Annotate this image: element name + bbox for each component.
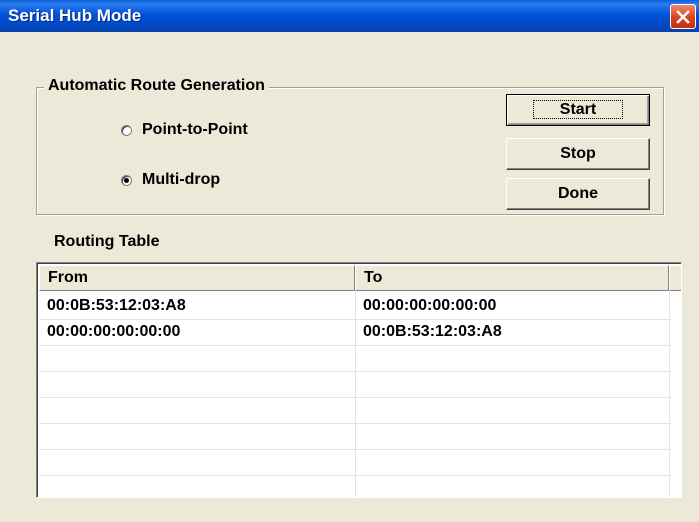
route-generation-title: Automatic Route Generation bbox=[44, 77, 269, 95]
routing-table[interactable]: From To 00:0B:53:12:03:A8 00:00:00:00:00… bbox=[36, 262, 682, 498]
done-button-label: Done bbox=[558, 185, 598, 202]
radio-multi-drop-circle[interactable] bbox=[121, 174, 132, 186]
start-button[interactable]: Start bbox=[506, 94, 650, 126]
radio-multi-drop-label: Multi-drop bbox=[142, 171, 221, 188]
start-button-label: Start bbox=[532, 100, 624, 119]
radio-point-to-point[interactable]: Point-to-Point bbox=[121, 121, 248, 139]
radio-point-to-point-circle[interactable] bbox=[121, 124, 132, 136]
routing-table-label: Routing Table bbox=[54, 233, 160, 250]
title-bar: Serial Hub Mode bbox=[0, 0, 699, 32]
column-header-from-label: From bbox=[48, 269, 88, 286]
table-cell-to: 00:0B:53:12:03:A8 bbox=[363, 323, 502, 340]
table-cell-to: 00:00:00:00:00:00 bbox=[363, 297, 497, 314]
column-divider bbox=[355, 291, 356, 497]
table-cell-from: 00:00:00:00:00:00 bbox=[47, 323, 181, 340]
stop-button[interactable]: Stop bbox=[506, 138, 650, 170]
radio-multi-drop[interactable]: Multi-drop bbox=[121, 171, 220, 189]
stop-button-label: Stop bbox=[560, 145, 596, 162]
column-header-from[interactable]: From bbox=[39, 265, 355, 291]
column-divider bbox=[669, 291, 670, 497]
close-button[interactable] bbox=[670, 4, 696, 29]
table-cell-from: 00:0B:53:12:03:A8 bbox=[47, 297, 186, 314]
done-button[interactable]: Done bbox=[506, 178, 650, 210]
column-header-filler bbox=[669, 265, 681, 291]
window-title: Serial Hub Mode bbox=[8, 6, 142, 25]
column-header-to[interactable]: To bbox=[355, 265, 669, 291]
radio-point-to-point-label: Point-to-Point bbox=[142, 121, 248, 138]
column-header-to-label: To bbox=[364, 269, 383, 286]
close-icon bbox=[676, 10, 690, 24]
